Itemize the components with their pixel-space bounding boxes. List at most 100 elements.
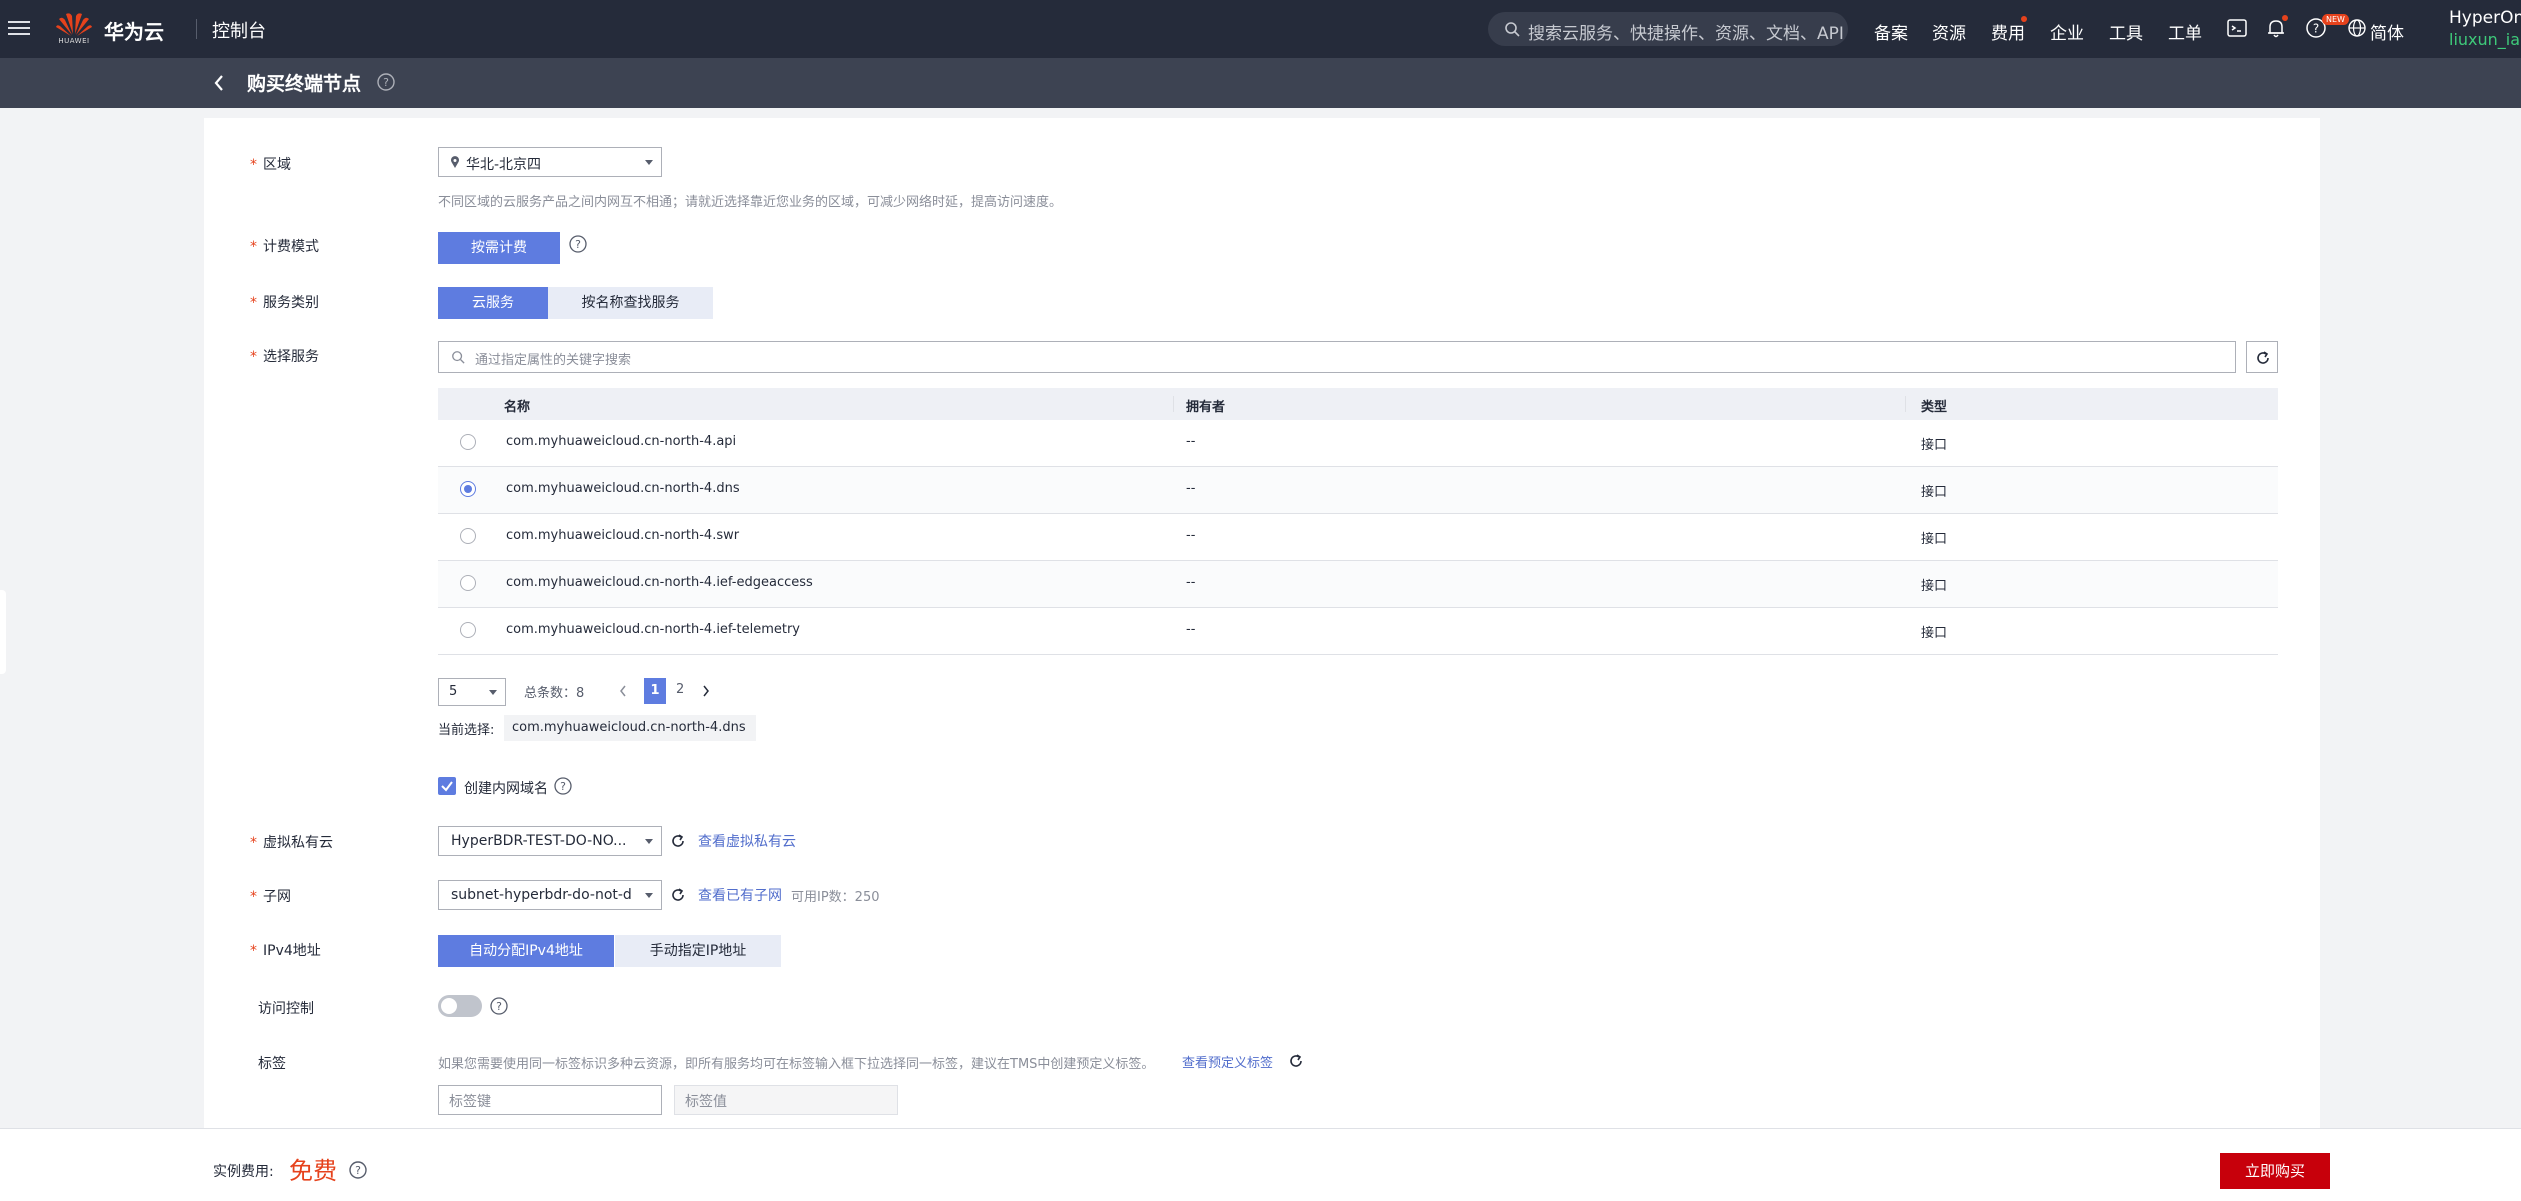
subnet-select[interactable]: subnet-hyperbdr-do-not-d...	[438, 880, 662, 910]
huawei-petal-icon	[56, 13, 92, 36]
question-circle-icon[interactable]: ?	[568, 234, 588, 254]
huawei-logo[interactable]: HUAWEI	[56, 10, 92, 48]
divider	[196, 19, 197, 39]
svg-text:?: ?	[560, 780, 566, 793]
bell-notification-dot	[2282, 15, 2288, 21]
service-type: 接口	[1921, 438, 1948, 453]
nav-filing[interactable]: 备案	[1874, 19, 1908, 44]
row-radio[interactable]	[460, 434, 476, 450]
refresh-button[interactable]	[2246, 341, 2278, 373]
nav-billing[interactable]: 费用	[1991, 19, 2025, 44]
refresh-icon[interactable]	[670, 887, 686, 903]
create-domain-checkbox[interactable]	[438, 777, 456, 795]
cloud-service-tab[interactable]: 云服务	[438, 287, 548, 319]
service-owner: --	[1186, 575, 1196, 590]
page-size-select[interactable]: 5	[438, 678, 506, 706]
nav-enterprise[interactable]: 企业	[2050, 19, 2084, 44]
refresh-icon[interactable]	[1288, 1053, 1304, 1069]
view-subnet-link[interactable]: 查看已有子网	[698, 885, 782, 905]
nav-tools[interactable]: 工具	[2109, 19, 2143, 44]
service-name: com.myhuaweicloud.cn-north-4.ief-edgeacc…	[506, 575, 813, 590]
question-circle-icon[interactable]: ?	[553, 776, 573, 796]
row-radio[interactable]	[460, 575, 476, 591]
service-owner: --	[1186, 622, 1196, 637]
ipv4-label: * IPv4地址	[250, 943, 321, 959]
question-circle-icon[interactable]: ?	[489, 996, 509, 1016]
service-search-input[interactable]: 通过指定属性的关键字搜索	[438, 341, 2236, 373]
brand-name[interactable]: 华为云	[104, 16, 164, 45]
tags-label: 标签	[258, 1056, 286, 1072]
svg-text:?: ?	[383, 76, 389, 89]
language-switch[interactable]: 简体	[2370, 19, 2404, 44]
table-row[interactable]: com.myhuaweicloud.cn-north-4.api -- 接口	[438, 420, 2278, 467]
search-icon	[452, 351, 465, 364]
refresh-icon[interactable]	[670, 833, 686, 849]
back-arrow-icon[interactable]	[210, 71, 228, 95]
table-row[interactable]: com.myhuaweicloud.cn-north-4.ief-telemet…	[438, 608, 2278, 655]
region-select[interactable]: 华北-北京四	[438, 147, 662, 177]
pay-per-use-button[interactable]: 按需计费	[438, 232, 560, 264]
service-owner: --	[1186, 528, 1196, 543]
subnet-value: subnet-hyperbdr-do-not-d...	[451, 887, 631, 903]
page-title: 购买终端节点	[247, 73, 362, 95]
chevron-down-icon	[645, 893, 653, 898]
top-navigation-bar: HUAWEI 华为云 控制台 搜索云服务、快捷操作、资源、文档、API 备案 资…	[0, 0, 2521, 58]
buy-now-button[interactable]: 立即购买	[2220, 1153, 2330, 1189]
console-link[interactable]: 控制台	[212, 17, 266, 43]
vpc-select[interactable]: HyperBDR-TEST-DO-NO...	[438, 826, 662, 856]
terminal-icon[interactable]	[2226, 17, 2248, 39]
nav-resources[interactable]: 资源	[1932, 19, 1966, 44]
access-control-label: 访问控制	[258, 1001, 314, 1017]
service-type: 接口	[1921, 532, 1948, 547]
user-iam-name[interactable]: liuxun_iam	[2449, 30, 2521, 49]
hamburger-menu-icon[interactable]	[8, 17, 30, 39]
column-divider	[1905, 396, 1906, 412]
available-ip-count: 可用IP数：250	[791, 890, 880, 905]
region-label: * 区域	[250, 157, 291, 173]
logo-text: HUAWEI	[58, 37, 90, 45]
page-2-button[interactable]: 2	[676, 682, 684, 697]
tag-value-placeholder: 标签值	[685, 1094, 727, 1110]
table-row[interactable]: com.myhuaweicloud.cn-north-4.ief-edgeacc…	[438, 561, 2278, 608]
row-radio[interactable]	[460, 622, 476, 638]
globe-icon[interactable]	[2346, 17, 2368, 39]
service-name: com.myhuaweicloud.cn-north-4.api	[506, 434, 737, 449]
search-icon	[1505, 22, 1520, 37]
billing-notification-dot	[2021, 16, 2027, 22]
question-circle-icon[interactable]: ?	[347, 1159, 369, 1181]
question-circle-icon[interactable]: ?	[375, 71, 397, 93]
row-radio[interactable]	[460, 528, 476, 544]
auto-assign-ipv4-button[interactable]: 自动分配IPv4地址	[438, 935, 614, 967]
manual-ip-button[interactable]: 手动指定IP地址	[615, 935, 781, 967]
refresh-icon	[2257, 351, 2269, 364]
side-collapse-tab[interactable]	[0, 590, 6, 674]
nav-tickets[interactable]: 工单	[2168, 19, 2202, 44]
vpc-value: HyperBDR-TEST-DO-NO...	[451, 833, 627, 849]
chevron-right-icon[interactable]	[701, 684, 711, 698]
global-search-input[interactable]: 搜索云服务、快捷操作、资源、文档、API	[1488, 12, 1848, 46]
find-by-name-tab[interactable]: 按名称查找服务	[548, 287, 713, 319]
page-header: 购买终端节点 ?	[0, 58, 2521, 108]
billing-label: * 计费模式	[250, 239, 319, 255]
tag-value-input: 标签值	[674, 1085, 898, 1115]
subnet-label: * 子网	[250, 889, 291, 905]
table-row[interactable]: com.myhuaweicloud.cn-north-4.swr -- 接口	[438, 514, 2278, 561]
service-name: com.myhuaweicloud.cn-north-4.ief-telemet…	[506, 622, 800, 637]
service-name: com.myhuaweicloud.cn-north-4.dns	[506, 481, 740, 496]
search-placeholder: 通过指定属性的关键字搜索	[475, 353, 632, 368]
service-type-label: * 服务类别	[250, 295, 319, 311]
page-1-button[interactable]: 1	[644, 678, 666, 704]
access-control-toggle[interactable]	[438, 995, 482, 1017]
service-type: 接口	[1921, 626, 1948, 641]
table-row[interactable]: com.myhuaweicloud.cn-north-4.dns -- 接口	[438, 467, 2278, 514]
view-vpc-link[interactable]: 查看虚拟私有云	[698, 831, 796, 851]
user-account-name[interactable]: HyperOne	[2449, 8, 2521, 28]
service-name: com.myhuaweicloud.cn-north-4.swr	[506, 528, 740, 543]
purchase-footer: 实例费用: 免费 ? 立即购买	[0, 1128, 2521, 1201]
region-value: 华北-北京四	[466, 157, 542, 173]
row-radio-selected[interactable]	[460, 481, 476, 497]
tag-key-input[interactable]: 标签键	[438, 1085, 662, 1115]
tags-hint: 如果您需要使用同一标签标识多种云资源，即所有服务均可在标签输入框下拉选择同一标签…	[438, 1057, 1155, 1072]
view-predefined-tags-link[interactable]: 查看预定义标签	[1182, 1052, 1273, 1071]
chevron-left-icon[interactable]	[618, 684, 628, 698]
